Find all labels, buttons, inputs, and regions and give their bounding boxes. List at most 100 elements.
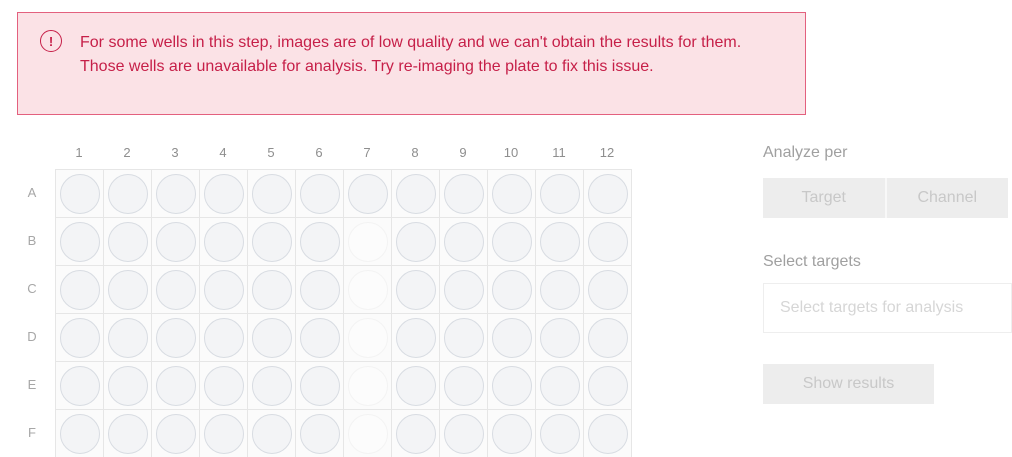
column-header: 3 [171, 145, 179, 160]
well[interactable] [491, 365, 532, 406]
well[interactable] [203, 173, 244, 214]
well[interactable] [251, 365, 292, 406]
well-cell [56, 362, 104, 410]
well[interactable] [347, 173, 388, 214]
well[interactable] [587, 365, 628, 406]
row-header: C [27, 281, 37, 296]
well[interactable] [59, 221, 100, 262]
well[interactable] [59, 269, 100, 310]
unavailable-well [347, 317, 388, 358]
well[interactable] [107, 413, 148, 454]
low-quality-alert: ! For some wells in this step, images ar… [17, 12, 806, 115]
well-cell [248, 266, 296, 314]
well-cell [248, 362, 296, 410]
well-cell [440, 314, 488, 362]
well[interactable] [491, 221, 532, 262]
well[interactable] [251, 269, 292, 310]
well[interactable] [539, 173, 580, 214]
well[interactable] [251, 173, 292, 214]
well[interactable] [107, 269, 148, 310]
well[interactable] [539, 365, 580, 406]
well[interactable] [491, 269, 532, 310]
well[interactable] [395, 221, 436, 262]
well-cell [488, 410, 536, 457]
well[interactable] [155, 413, 196, 454]
well[interactable] [395, 317, 436, 358]
well[interactable] [539, 221, 580, 262]
well[interactable] [155, 221, 196, 262]
well[interactable] [395, 173, 436, 214]
column-header: 10 [503, 145, 519, 160]
well[interactable] [491, 317, 532, 358]
well-cell [488, 218, 536, 266]
well[interactable] [251, 413, 292, 454]
well-cell [56, 266, 104, 314]
well[interactable] [59, 317, 100, 358]
well[interactable] [155, 317, 196, 358]
well[interactable] [587, 173, 628, 214]
well-cell [584, 314, 632, 362]
column-header: 7 [363, 145, 371, 160]
well-plate [55, 169, 632, 457]
well[interactable] [443, 413, 484, 454]
well[interactable] [587, 221, 628, 262]
well-cell [248, 170, 296, 218]
well[interactable] [539, 269, 580, 310]
well[interactable] [299, 365, 340, 406]
well[interactable] [443, 173, 484, 214]
well[interactable] [59, 413, 100, 454]
well[interactable] [443, 365, 484, 406]
show-results-button[interactable]: Show results [763, 364, 934, 404]
column-header: 11 [552, 145, 566, 160]
well-cell [344, 410, 392, 457]
well-cell [440, 266, 488, 314]
well[interactable] [107, 221, 148, 262]
target-option-button[interactable]: Target [763, 178, 885, 218]
well-cell [152, 218, 200, 266]
well[interactable] [395, 413, 436, 454]
well[interactable] [59, 173, 100, 214]
well[interactable] [299, 173, 340, 214]
well[interactable] [587, 269, 628, 310]
well[interactable] [203, 221, 244, 262]
well[interactable] [155, 269, 196, 310]
well-cell [152, 266, 200, 314]
well[interactable] [491, 173, 532, 214]
well[interactable] [539, 413, 580, 454]
channel-option-button[interactable]: Channel [884, 178, 1009, 218]
column-header: 4 [219, 145, 227, 160]
well[interactable] [203, 269, 244, 310]
well[interactable] [443, 269, 484, 310]
well[interactable] [443, 221, 484, 262]
well[interactable] [203, 413, 244, 454]
well[interactable] [299, 317, 340, 358]
well-cell [440, 218, 488, 266]
well[interactable] [107, 317, 148, 358]
well-cell [104, 170, 152, 218]
well-cell [344, 170, 392, 218]
alert-message: For some wells in this step, images are … [80, 34, 742, 75]
well[interactable] [539, 317, 580, 358]
analyze-per-toggle[interactable]: Target Channel [763, 178, 1008, 218]
well[interactable] [107, 365, 148, 406]
well[interactable] [251, 317, 292, 358]
well[interactable] [299, 413, 340, 454]
well[interactable] [491, 413, 532, 454]
well[interactable] [587, 413, 628, 454]
well[interactable] [107, 173, 148, 214]
well[interactable] [59, 365, 100, 406]
well[interactable] [155, 173, 196, 214]
exclamation-circle-icon: ! [40, 30, 62, 52]
well[interactable] [443, 317, 484, 358]
well[interactable] [203, 317, 244, 358]
well[interactable] [155, 365, 196, 406]
well[interactable] [395, 269, 436, 310]
well[interactable] [395, 365, 436, 406]
well-cell [392, 362, 440, 410]
well[interactable] [299, 269, 340, 310]
well[interactable] [299, 221, 340, 262]
well[interactable] [251, 221, 292, 262]
well[interactable] [203, 365, 244, 406]
select-targets-dropdown[interactable]: Select targets for analysis [763, 283, 1012, 333]
well[interactable] [587, 317, 628, 358]
